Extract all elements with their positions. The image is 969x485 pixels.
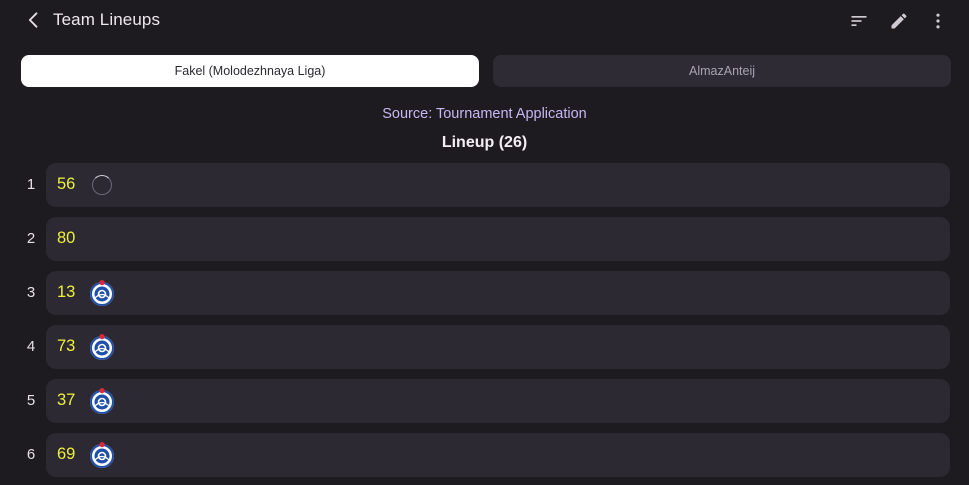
page-title: Team Lineups	[53, 10, 161, 29]
chevron-left-icon	[28, 12, 38, 28]
sort-icon	[851, 16, 867, 26]
player-row[interactable]: 37	[46, 379, 950, 423]
player-row[interactable]: 73	[46, 325, 950, 369]
row-index: 4	[26, 338, 36, 355]
sort-button[interactable]	[845, 7, 873, 35]
row-index: 1	[26, 176, 36, 193]
row-index: 2	[26, 230, 36, 247]
jersey-number: 69	[57, 445, 76, 463]
pencil-icon	[891, 13, 907, 29]
tab-away-team[interactable]: AlmazAnteij	[493, 55, 951, 87]
lineup-heading: Lineup (26)	[441, 134, 528, 151]
more-options-button[interactable]	[924, 7, 952, 35]
player-row[interactable]: 56	[46, 163, 950, 207]
source-label: Source: Tournament Application	[382, 106, 587, 122]
team-logo-icon	[90, 334, 114, 360]
player-row[interactable]: 69	[46, 433, 950, 477]
row-index: 5	[26, 392, 36, 409]
jersey-number: 73	[57, 337, 76, 355]
row-index: 3	[26, 284, 36, 301]
top-app-bar: Team Lineups	[0, 0, 969, 42]
player-row[interactable]: 13	[46, 271, 950, 315]
more-vert-icon	[936, 13, 940, 29]
team-logo-icon	[90, 442, 114, 468]
jersey-number: 13	[57, 283, 76, 301]
team-logo-icon	[90, 280, 114, 306]
team-logo-icon	[90, 388, 114, 414]
back-button[interactable]	[20, 6, 48, 34]
jersey-number: 56	[57, 175, 76, 193]
player-row[interactable]: 80	[46, 217, 950, 261]
tab-home-team[interactable]: Fakel (Molodezhnaya Liga)	[21, 55, 479, 87]
edit-button[interactable]	[885, 7, 913, 35]
loading-spinner-icon	[92, 175, 112, 195]
jersey-number: 80	[57, 229, 76, 247]
jersey-number: 37	[57, 391, 76, 409]
app-screen: Team Lineups Fakel (Molodezhnaya Liga) A…	[0, 0, 969, 485]
row-index: 6	[26, 446, 36, 463]
